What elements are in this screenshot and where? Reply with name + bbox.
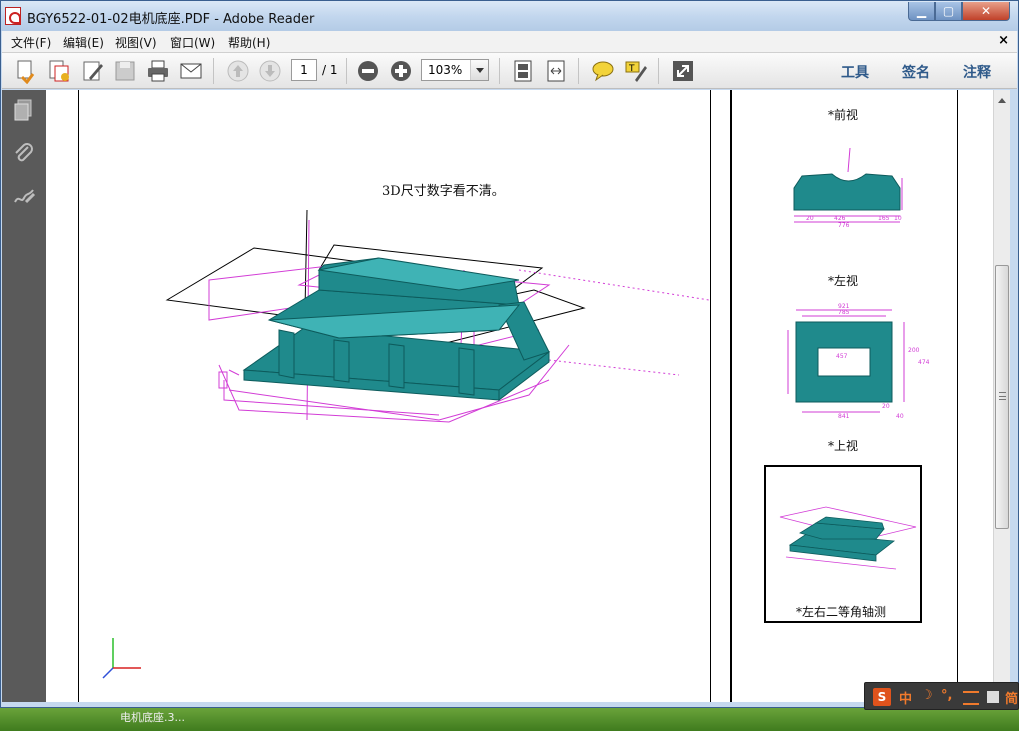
toolbar-separator	[346, 58, 347, 84]
menu-help[interactable]: 帮助(H)	[228, 34, 270, 51]
navigation-pane	[2, 90, 46, 702]
ime-punctuation-icon[interactable]: °,	[941, 688, 952, 703]
top-dim-label: 474	[918, 359, 930, 366]
grip-icon	[999, 392, 1006, 400]
top-dim-label: 20	[882, 403, 890, 410]
window-title: BGY6522-01-02电机底座.PDF - Adobe Reader	[27, 12, 315, 27]
comment-icon[interactable]	[590, 58, 616, 84]
adobe-reader-window: BGY6522-01-02电机底座.PDF - Adobe Reader ▁ ▢…	[0, 0, 1019, 708]
combine-files-icon[interactable]	[46, 58, 72, 84]
comment-link[interactable]: 注释	[963, 62, 991, 82]
front-view-caption: *前视	[828, 108, 859, 122]
top-dim-label: 457	[836, 353, 848, 360]
front-dim-label: 776	[838, 222, 850, 228]
ime-simplified-mode[interactable]: 简	[1005, 688, 1018, 707]
front-dim-label: 10	[894, 215, 902, 222]
fit-page-icon[interactable]	[510, 58, 536, 84]
print-icon[interactable]	[145, 58, 171, 84]
chevron-down-icon[interactable]	[470, 60, 488, 80]
fit-width-icon[interactable]	[543, 58, 569, 84]
zoom-in-icon[interactable]	[388, 58, 414, 84]
iso-view-drawing	[779, 506, 917, 570]
top-dim-label: 841	[838, 413, 850, 420]
edit-pdf-icon[interactable]	[80, 58, 106, 84]
toolbar-separator	[213, 58, 214, 84]
fullscreen-icon[interactable]	[670, 58, 696, 84]
tools-link[interactable]: 工具	[841, 62, 869, 82]
ime-toolbox-icon[interactable]	[987, 691, 999, 703]
front-view-drawing: 20 426 776 165 10	[793, 147, 903, 228]
desktop-file-label[interactable]: 电机底座.3...	[120, 709, 185, 725]
left-view-caption: *左视	[828, 274, 859, 288]
main-3d-model-drawing	[102, 209, 710, 679]
top-dim-label: 40	[896, 413, 904, 420]
scroll-up-icon[interactable]	[994, 90, 1010, 106]
email-icon[interactable]	[178, 58, 204, 84]
toolbar-separator	[499, 58, 500, 84]
page-gutter	[711, 90, 732, 702]
zoom-select[interactable]: 103%	[421, 59, 489, 81]
pdf-page: 3D尺寸数字看不清。	[78, 90, 711, 702]
toolbar-separator	[658, 58, 659, 84]
menu-edit[interactable]: 编辑(E)	[63, 34, 104, 51]
menu-bar: 文件(F) 编辑(E) 视图(V) 窗口(W) 帮助(H) ×	[2, 31, 1017, 53]
views-page: *前视 20 426 776 165 10 *左视 921 785 457 84…	[732, 90, 958, 702]
top-view-caption: *上视	[828, 439, 859, 453]
signatures-icon[interactable]	[12, 184, 36, 208]
create-pdf-icon[interactable]	[13, 58, 39, 85]
document-area[interactable]: 3D尺寸数字看不清。 *前视 20 426 776 165 10 *左视 921…	[46, 90, 993, 702]
left-view-drawing: 921 785 457 841 20 40 200 474	[787, 303, 930, 420]
page-total: / 1	[322, 63, 338, 77]
highlight-text-icon[interactable]: T	[623, 58, 649, 84]
document-close-icon[interactable]: ×	[998, 33, 1009, 48]
maximize-button[interactable]: ▢	[935, 2, 962, 21]
previous-page-icon[interactable]	[225, 58, 251, 84]
top-dim-label: 785	[838, 309, 850, 316]
sign-link[interactable]: 签名	[902, 62, 930, 82]
ime-logo-icon[interactable]: S	[873, 688, 891, 706]
menu-window[interactable]: 窗口(W)	[170, 34, 215, 51]
zoom-value: 103%	[428, 63, 463, 77]
menu-file[interactable]: 文件(F)	[11, 34, 51, 51]
vertical-scrollbar[interactable]	[993, 90, 1010, 702]
save-icon[interactable]	[112, 58, 138, 84]
pages-icon[interactable]	[12, 98, 36, 122]
close-button[interactable]: ✕	[962, 2, 1010, 21]
ime-keyboard-icon[interactable]	[963, 691, 979, 705]
pdf-file-icon	[5, 7, 21, 25]
scroll-thumb[interactable]	[995, 265, 1009, 529]
front-dim-label: 165	[878, 215, 890, 222]
attachments-icon[interactable]	[12, 142, 36, 166]
zoom-out-icon[interactable]	[355, 58, 381, 84]
front-dim-label: 20	[806, 215, 814, 222]
page-number-input[interactable]: 1	[291, 59, 317, 81]
ime-halfwidth-icon[interactable]: ☽	[921, 688, 933, 703]
minimize-button[interactable]: ▁	[908, 2, 935, 21]
menu-view[interactable]: 视图(V)	[115, 34, 157, 51]
iso-view-frame: *左右二等角轴测	[764, 465, 922, 623]
svg-text:T: T	[628, 64, 635, 74]
ime-toolbar[interactable]: S 中 ☽ °, 简	[864, 682, 1019, 710]
title-bar: BGY6522-01-02电机底座.PDF - Adobe Reader ▁ ▢…	[1, 1, 1018, 31]
front-dim-label: 426	[834, 215, 846, 222]
top-dim-label: 200	[908, 347, 920, 354]
toolbar: 1 / 1 103% T 工具 签名 注释	[2, 53, 1017, 89]
ime-chinese-mode[interactable]: 中	[899, 688, 912, 707]
iso-view-caption: *左右二等角轴测	[796, 605, 887, 619]
next-page-icon[interactable]	[257, 58, 283, 84]
toolbar-separator	[578, 58, 579, 84]
